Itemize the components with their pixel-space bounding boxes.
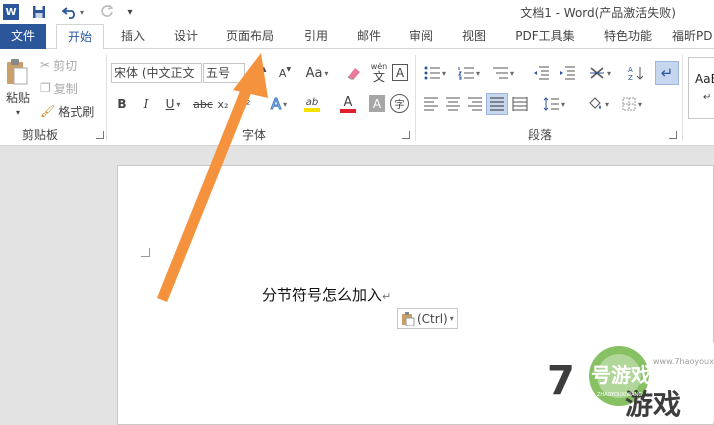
svg-text:号游戏网: 号游戏网 <box>591 363 671 387</box>
svg-text:ZHAOYOUXIWANG: ZHAOYOUXIWANG <box>597 392 642 398</box>
site-watermark: 7 号游戏网 游戏 ZHAOYOUXIWANG www.7haoyouxi.co… <box>533 342 714 422</box>
svg-text:7: 7 <box>547 358 575 404</box>
svg-text:www.7haoyouxi.com: www.7haoyouxi.com <box>653 357 714 366</box>
